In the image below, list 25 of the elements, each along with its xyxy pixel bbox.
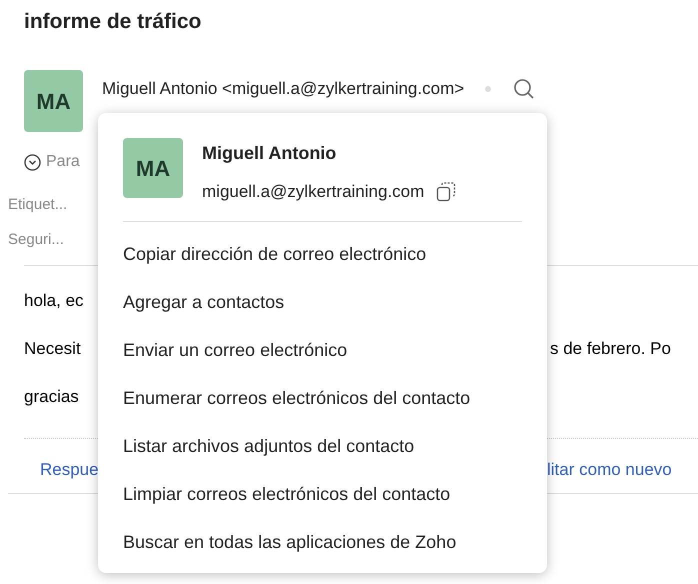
- menu-item[interactable]: Listar archivos adjuntos del contacto: [123, 422, 522, 470]
- edit-as-new-link[interactable]: litar como nuevo: [547, 457, 672, 482]
- copy-icon[interactable]: [436, 182, 456, 202]
- meta-label: Seguri...: [8, 230, 65, 250]
- menu-item[interactable]: Copiar dirección de correo electrónico: [123, 230, 522, 278]
- avatar: MA: [123, 138, 183, 198]
- menu-item[interactable]: Enviar un correo electrónico: [123, 326, 522, 374]
- recipients-label: Para: [46, 152, 80, 172]
- search-icon[interactable]: [513, 78, 536, 100]
- email-subject: informe de tráfico: [24, 9, 202, 32]
- meta-label: Etiquet...: [8, 195, 68, 215]
- contact-email: miguell.a@zylkertraining.com: [202, 181, 424, 203]
- chevron-down-icon[interactable]: [24, 154, 41, 170]
- sender-name: Miguell Antonio <miguell.a@zylkertraining.com>: [102, 78, 464, 100]
- contact-name: Miguell Antonio: [202, 142, 338, 165]
- menu-item[interactable]: Limpiar correos electrónicos del contacto: [123, 470, 522, 518]
- avatar: MA: [24, 70, 83, 132]
- body-text: gracias: [24, 386, 79, 408]
- body-text: s de febrero. Po: [550, 338, 671, 360]
- menu-item[interactable]: Buscar en todas las aplicaciones de Zoho: [123, 518, 522, 566]
- menu-item[interactable]: Enumerar correos electrónicos del contacto: [123, 374, 522, 422]
- reply-link[interactable]: Respue: [40, 457, 99, 482]
- body-text: hola, ec: [24, 290, 84, 312]
- menu-item[interactable]: Agregar a contactos: [123, 278, 522, 326]
- body-text: Necesit: [24, 338, 81, 360]
